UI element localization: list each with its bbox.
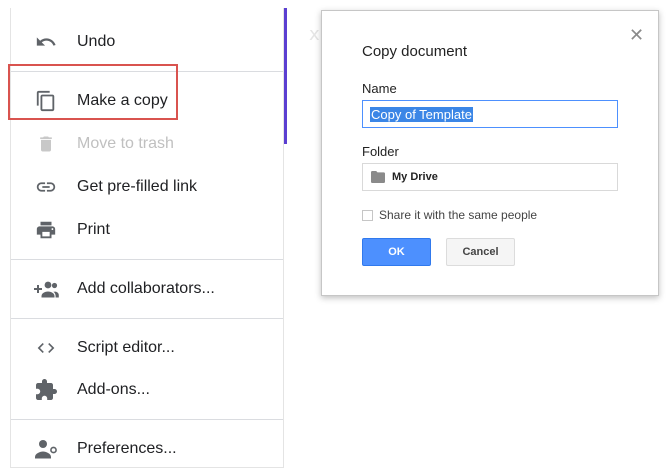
- close-icon[interactable]: ✕: [629, 25, 644, 46]
- menu-item-label: Print: [77, 221, 110, 238]
- menu-item-print[interactable]: Print: [11, 210, 283, 250]
- share-checkbox[interactable]: [362, 209, 373, 221]
- menu-item-preferences[interactable]: Preferences...: [11, 429, 283, 469]
- name-field-value: Copy of Template: [370, 106, 473, 122]
- menu-item-add-ons[interactable]: Add-ons...: [11, 370, 283, 410]
- folder-picker[interactable]: My Drive: [362, 163, 618, 191]
- folder-label: Folder: [362, 144, 399, 159]
- puzzle-icon: [33, 377, 59, 403]
- accent-bar: [284, 8, 287, 144]
- folder-icon: [371, 171, 385, 183]
- undo-icon: [33, 29, 59, 55]
- print-icon: [33, 217, 59, 243]
- menu-item-script-editor[interactable]: Script editor...: [11, 328, 283, 368]
- person-settings-icon: [33, 436, 59, 462]
- menu-item-move-to-trash: Move to trash: [11, 124, 283, 164]
- cancel-button[interactable]: Cancel: [446, 238, 515, 266]
- copy-document-dialog: Copy document ✕ Name Copy of Template Fo…: [321, 10, 659, 296]
- ok-button[interactable]: OK: [362, 238, 431, 266]
- share-checkbox-label: Share it with the same people: [379, 208, 538, 222]
- menu-item-label: Add-ons...: [77, 381, 150, 398]
- dialog-title: Copy document: [362, 43, 468, 60]
- menu-divider: [11, 419, 283, 420]
- folder-value: My Drive: [392, 171, 438, 183]
- code-icon: [33, 335, 59, 361]
- menu-item-label: Get pre-filled link: [77, 178, 198, 195]
- menu-item-label: Preferences...: [77, 440, 177, 457]
- name-field[interactable]: Copy of Template: [362, 100, 618, 128]
- menu-item-get-pre-filled-link[interactable]: Get pre-filled link: [11, 167, 283, 207]
- menu-item-label: Script editor...: [77, 339, 175, 356]
- highlight-annotation-box: [8, 64, 178, 120]
- name-label: Name: [362, 81, 397, 96]
- add-people-icon: [33, 276, 59, 302]
- menu-item-undo[interactable]: Undo: [11, 22, 283, 62]
- menu-item-add-collaborators[interactable]: Add collaborators...: [11, 269, 283, 309]
- link-icon: [33, 174, 59, 200]
- share-option: Share it with the same people: [362, 208, 537, 222]
- menu-divider: [11, 318, 283, 319]
- background-glyph: ⅹ: [309, 24, 320, 44]
- menu-item-label: Add collaborators...: [77, 280, 215, 297]
- menu-divider: [11, 259, 283, 260]
- menu-item-label: Undo: [77, 33, 116, 50]
- menu-item-label: Move to trash: [77, 135, 174, 152]
- trash-icon: [33, 131, 59, 157]
